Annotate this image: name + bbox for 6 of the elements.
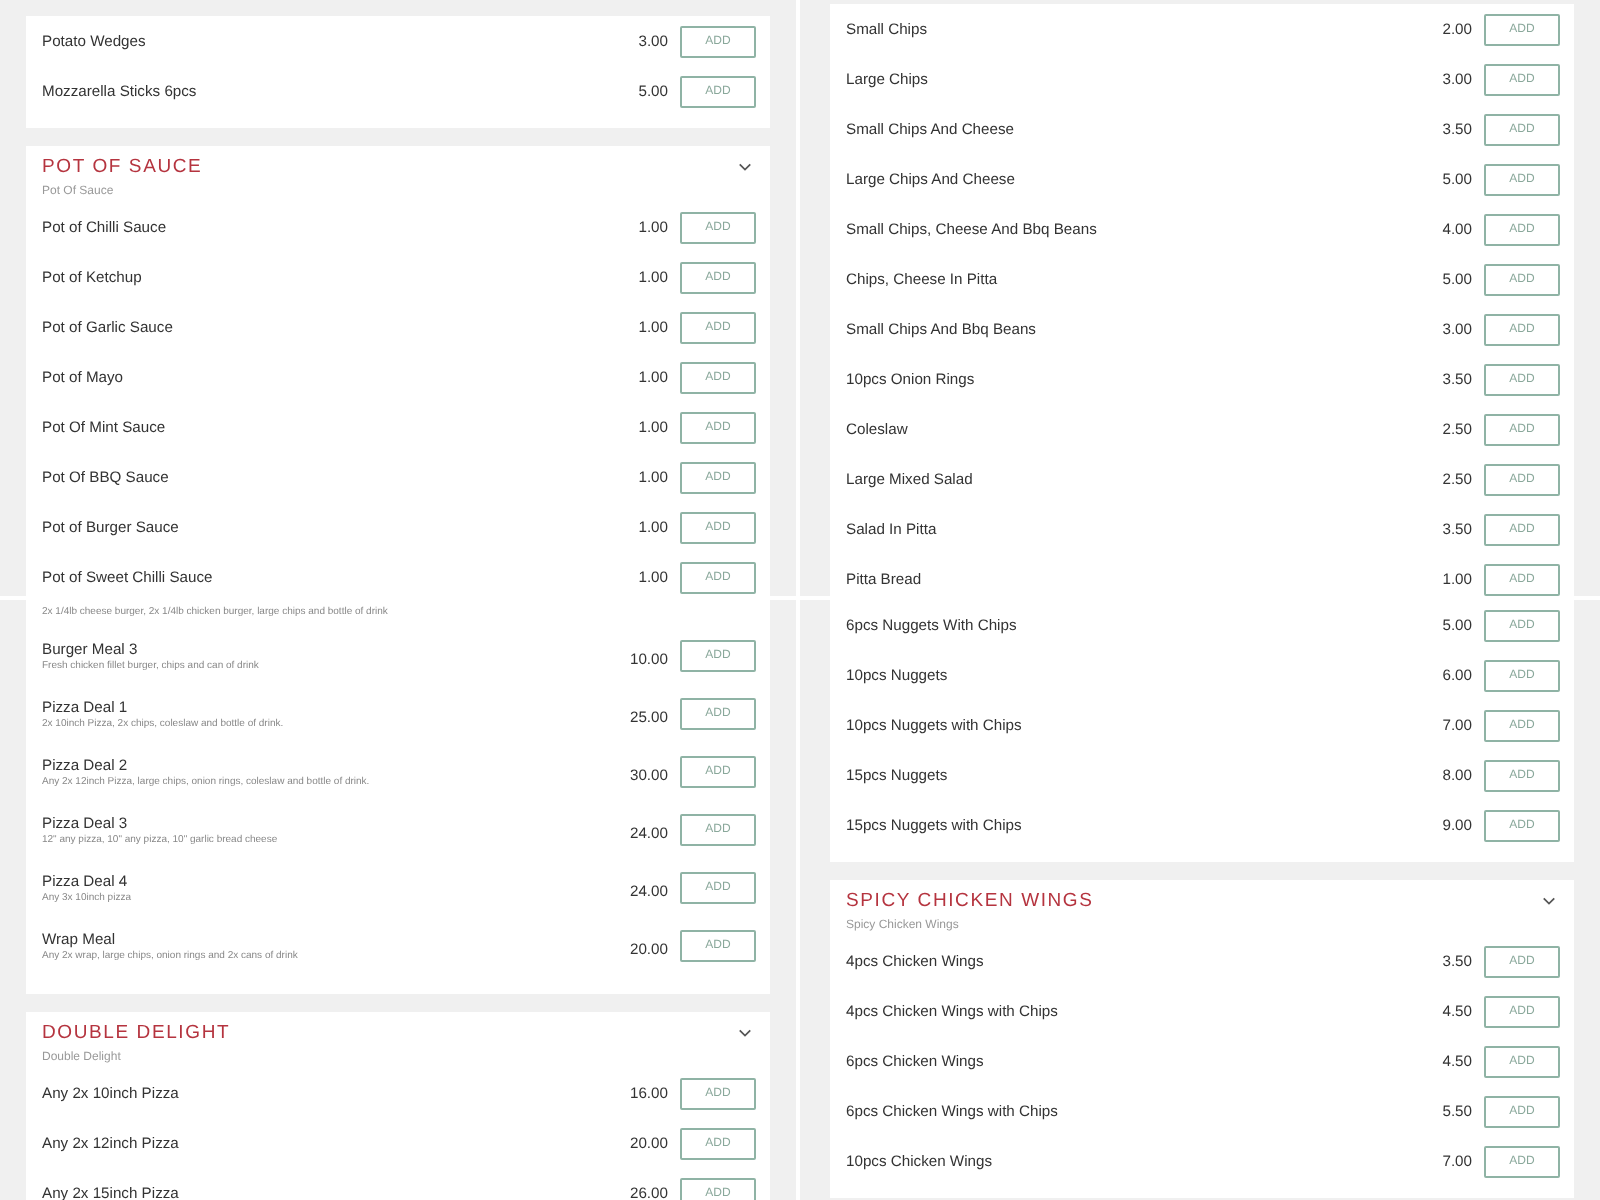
chevron-down-icon[interactable] xyxy=(738,1027,752,1037)
chevron-down-icon[interactable] xyxy=(1542,895,1556,905)
section-title: SPICY CHICKEN WINGS xyxy=(846,889,1094,911)
section-title: POT OF SAUCE xyxy=(42,155,203,177)
chevron-down-icon[interactable] xyxy=(738,161,752,171)
section-title: DOUBLE DELIGHT xyxy=(42,1021,231,1043)
